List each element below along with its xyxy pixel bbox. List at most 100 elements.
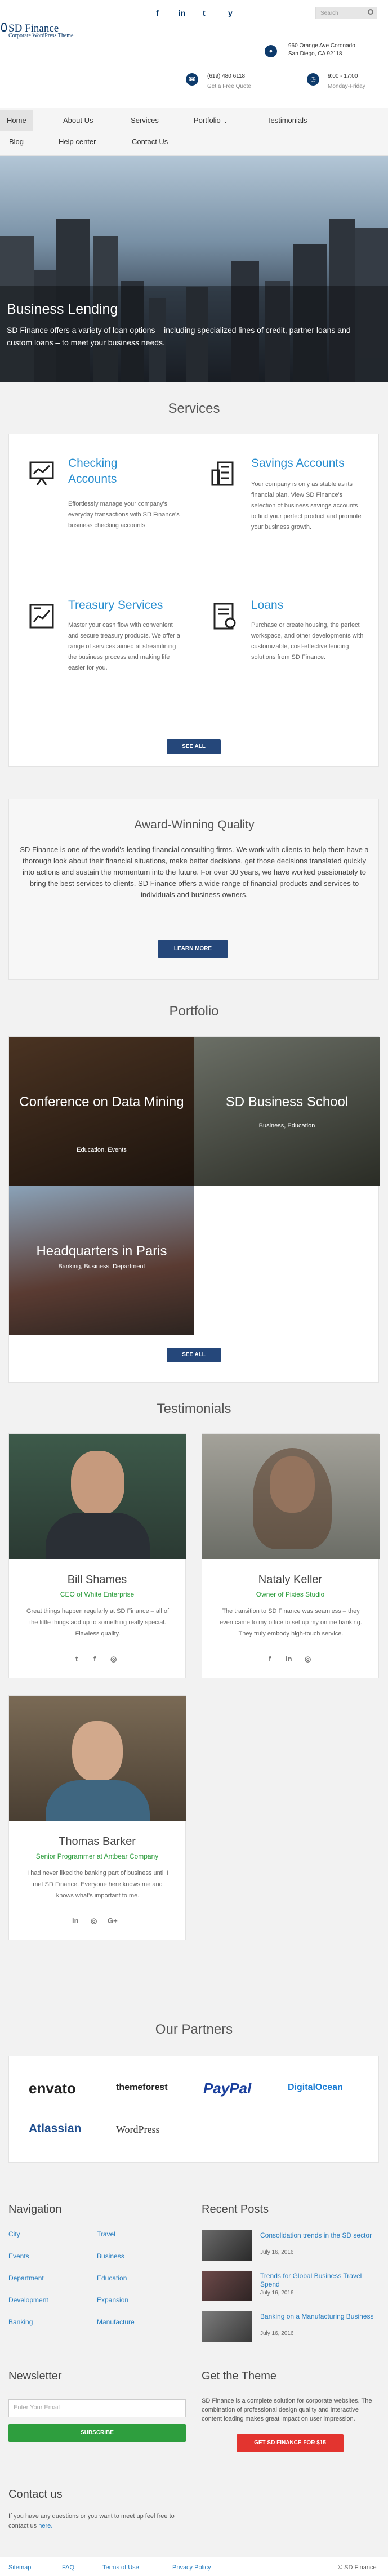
- phone-number[interactable]: (619) 480 6118: [207, 73, 245, 79]
- facebook-icon[interactable]: f: [269, 1655, 271, 1663]
- newsletter-title: Newsletter: [8, 2370, 62, 2382]
- footer-link[interactable]: Events: [8, 2252, 29, 2260]
- contact-link[interactable]: here.: [38, 2522, 52, 2529]
- instagram-icon[interactable]: ◎: [305, 1655, 311, 1664]
- footer-link[interactable]: Banking: [8, 2318, 33, 2326]
- nav-portfolio[interactable]: Portfolio ⌄: [187, 110, 234, 131]
- service-treasury-title[interactable]: Treasury Services: [68, 598, 192, 613]
- portfolio-item-school[interactable]: SD Business School Business, Education: [194, 1037, 380, 1186]
- search-icon[interactable]: [368, 9, 373, 15]
- post-title[interactable]: Trends for Global Business Travel Spend: [260, 2272, 378, 2289]
- newsletter-email-input[interactable]: Enter Your Email: [8, 2399, 186, 2417]
- footer-link[interactable]: Travel: [97, 2230, 115, 2238]
- footer-link[interactable]: City: [8, 2230, 20, 2238]
- bottom-link-sitemap[interactable]: Sitemap: [8, 2564, 31, 2571]
- portfolio-item-cats: Banking, Business, Department: [58, 1263, 145, 1270]
- post-date: July 16, 2016: [260, 2290, 294, 2296]
- award-text: SD Finance is one of the world's leading…: [20, 845, 369, 899]
- testimonials-title: Testimonials: [157, 1401, 231, 1416]
- recent-posts-title: Recent Posts: [202, 2203, 269, 2216]
- facebook-icon[interactable]: f: [93, 1655, 96, 1663]
- testimonial-photo: [9, 1434, 186, 1559]
- nav-blog[interactable]: Blog: [2, 132, 30, 152]
- document-icon: [213, 603, 236, 630]
- treasury-icon: [29, 604, 54, 629]
- contact-text-body: If you have any questions or you want to…: [8, 2513, 175, 2529]
- portfolio-item-paris[interactable]: Headquarters in Paris Banking, Business,…: [9, 1186, 194, 1335]
- footer-link[interactable]: Department: [8, 2274, 44, 2282]
- presentation-icon: [29, 461, 54, 485]
- yelp-icon[interactable]: y: [228, 8, 233, 17]
- twitter-icon[interactable]: t: [203, 8, 206, 17]
- testimonial-role: Senior Programmer at Antbear Company: [35, 1852, 159, 1860]
- post-title[interactable]: Banking on a Manufacturing Business: [260, 2312, 378, 2321]
- instagram-icon[interactable]: ◎: [110, 1655, 117, 1664]
- testimonial-role: Owner of Pixies Studio: [256, 1590, 325, 1598]
- service-checking-title[interactable]: Checking Accounts: [68, 456, 153, 487]
- testimonial-name: Nataly Keller: [258, 1574, 323, 1586]
- service-loans-title[interactable]: Loans: [251, 598, 364, 613]
- bottom-link-privacy[interactable]: Privacy Policy: [172, 2564, 211, 2571]
- service-savings-desc: Your company is only as stable as its fi…: [251, 481, 362, 531]
- instagram-icon[interactable]: ◎: [91, 1917, 97, 1926]
- partner-logo-envato[interactable]: envato: [29, 2080, 76, 2097]
- google-plus-icon[interactable]: G+: [108, 1917, 118, 1925]
- twitter-icon[interactable]: t: [75, 1655, 78, 1663]
- bottom-link-faq[interactable]: FAQ: [62, 2564, 74, 2571]
- partner-logo-atlassian[interactable]: Atlassian: [29, 2122, 81, 2136]
- footer-link[interactable]: Manufacture: [97, 2318, 135, 2326]
- nav-testimonials[interactable]: Testimonials: [260, 110, 314, 131]
- nav-contact[interactable]: Contact Us: [125, 132, 175, 152]
- testimonial-quote: Great things happen regularly at SD Fina…: [26, 1608, 170, 1637]
- footer-link[interactable]: Education: [97, 2274, 127, 2282]
- services-panel: Checking Accounts Effortlessly manage yo…: [8, 434, 379, 767]
- logo-icon[interactable]: [1, 23, 7, 32]
- services-title: Services: [168, 401, 220, 416]
- subscribe-button[interactable]: SUBSCRIBE: [8, 2424, 186, 2442]
- portfolio-item-cats: Business, Education: [258, 1122, 315, 1129]
- portfolio-see-all-button[interactable]: SEE ALL: [167, 1348, 221, 1362]
- partner-logo-wordpress[interactable]: WordPress: [116, 2124, 160, 2136]
- service-savings-title[interactable]: Savings Accounts: [251, 456, 375, 471]
- testimonial-role: CEO of White Enterprise: [60, 1590, 135, 1598]
- post-date: July 16, 2016: [260, 2330, 294, 2337]
- partners-panel: envato themeforest PayPal DigitalOcean A…: [8, 2056, 379, 2163]
- bottom-link-terms[interactable]: Terms of Use: [102, 2564, 139, 2571]
- service-checking-desc: Effortlessly manage your company's every…: [68, 501, 180, 529]
- get-theme-button[interactable]: GET SD FINANCE FOR $15: [237, 2434, 344, 2452]
- testimonial-photo: [9, 1696, 186, 1821]
- award-panel: Award-Winning Quality SD Finance is one …: [8, 799, 379, 980]
- testimonial-card: Bill Shames CEO of White Enterprise Grea…: [8, 1433, 186, 1678]
- hours: 9:00 - 17:00: [328, 73, 358, 79]
- footer-link[interactable]: Expansion: [97, 2296, 128, 2304]
- award-title: Award-Winning Quality: [134, 818, 255, 831]
- facebook-icon[interactable]: f: [156, 8, 159, 17]
- linkedin-icon[interactable]: in: [72, 1917, 79, 1925]
- footer-link[interactable]: Business: [97, 2252, 124, 2260]
- address-line2: San Diego, CA 92118: [288, 51, 342, 57]
- service-treasury-desc: Master your cash flow with convenient an…: [68, 622, 180, 671]
- linkedin-icon[interactable]: in: [179, 8, 185, 17]
- post-title[interactable]: Consolidation trends in the SD sector: [260, 2231, 378, 2240]
- partner-logo-paypal[interactable]: PayPal: [203, 2080, 251, 2097]
- portfolio-item-conference[interactable]: Conference on Data Mining Education, Eve…: [9, 1037, 194, 1186]
- address-line1: 960 Orange Ave Coronado: [288, 43, 355, 49]
- learn-more-button[interactable]: LEARN MORE: [158, 940, 228, 958]
- post-thumbnail[interactable]: [202, 2311, 252, 2342]
- partner-logo-digitalocean[interactable]: DigitalOcean: [288, 2083, 343, 2093]
- linkedin-icon[interactable]: in: [286, 1655, 292, 1663]
- nav-services[interactable]: Services: [124, 110, 166, 131]
- service-loans-desc: Purchase or create housing, the perfect …: [251, 622, 364, 661]
- nav-home[interactable]: Home: [0, 110, 33, 131]
- post-thumbnail[interactable]: [202, 2230, 252, 2261]
- post-thumbnail[interactable]: [202, 2271, 252, 2301]
- services-see-all-button[interactable]: SEE ALL: [167, 739, 221, 754]
- testimonial-card: Thomas Barker Senior Programmer at Antbe…: [8, 1695, 186, 1940]
- nav-about[interactable]: About Us: [56, 110, 100, 131]
- nav-help[interactable]: Help center: [52, 132, 102, 152]
- footer-link[interactable]: Development: [8, 2296, 48, 2304]
- building-icon: [211, 461, 234, 486]
- partner-logo-themeforest[interactable]: themeforest: [116, 2083, 168, 2093]
- portfolio-item-title: Headquarters in Paris: [36, 1244, 167, 1259]
- get-theme-text: SD Finance is a complete solution for co…: [202, 2397, 372, 2422]
